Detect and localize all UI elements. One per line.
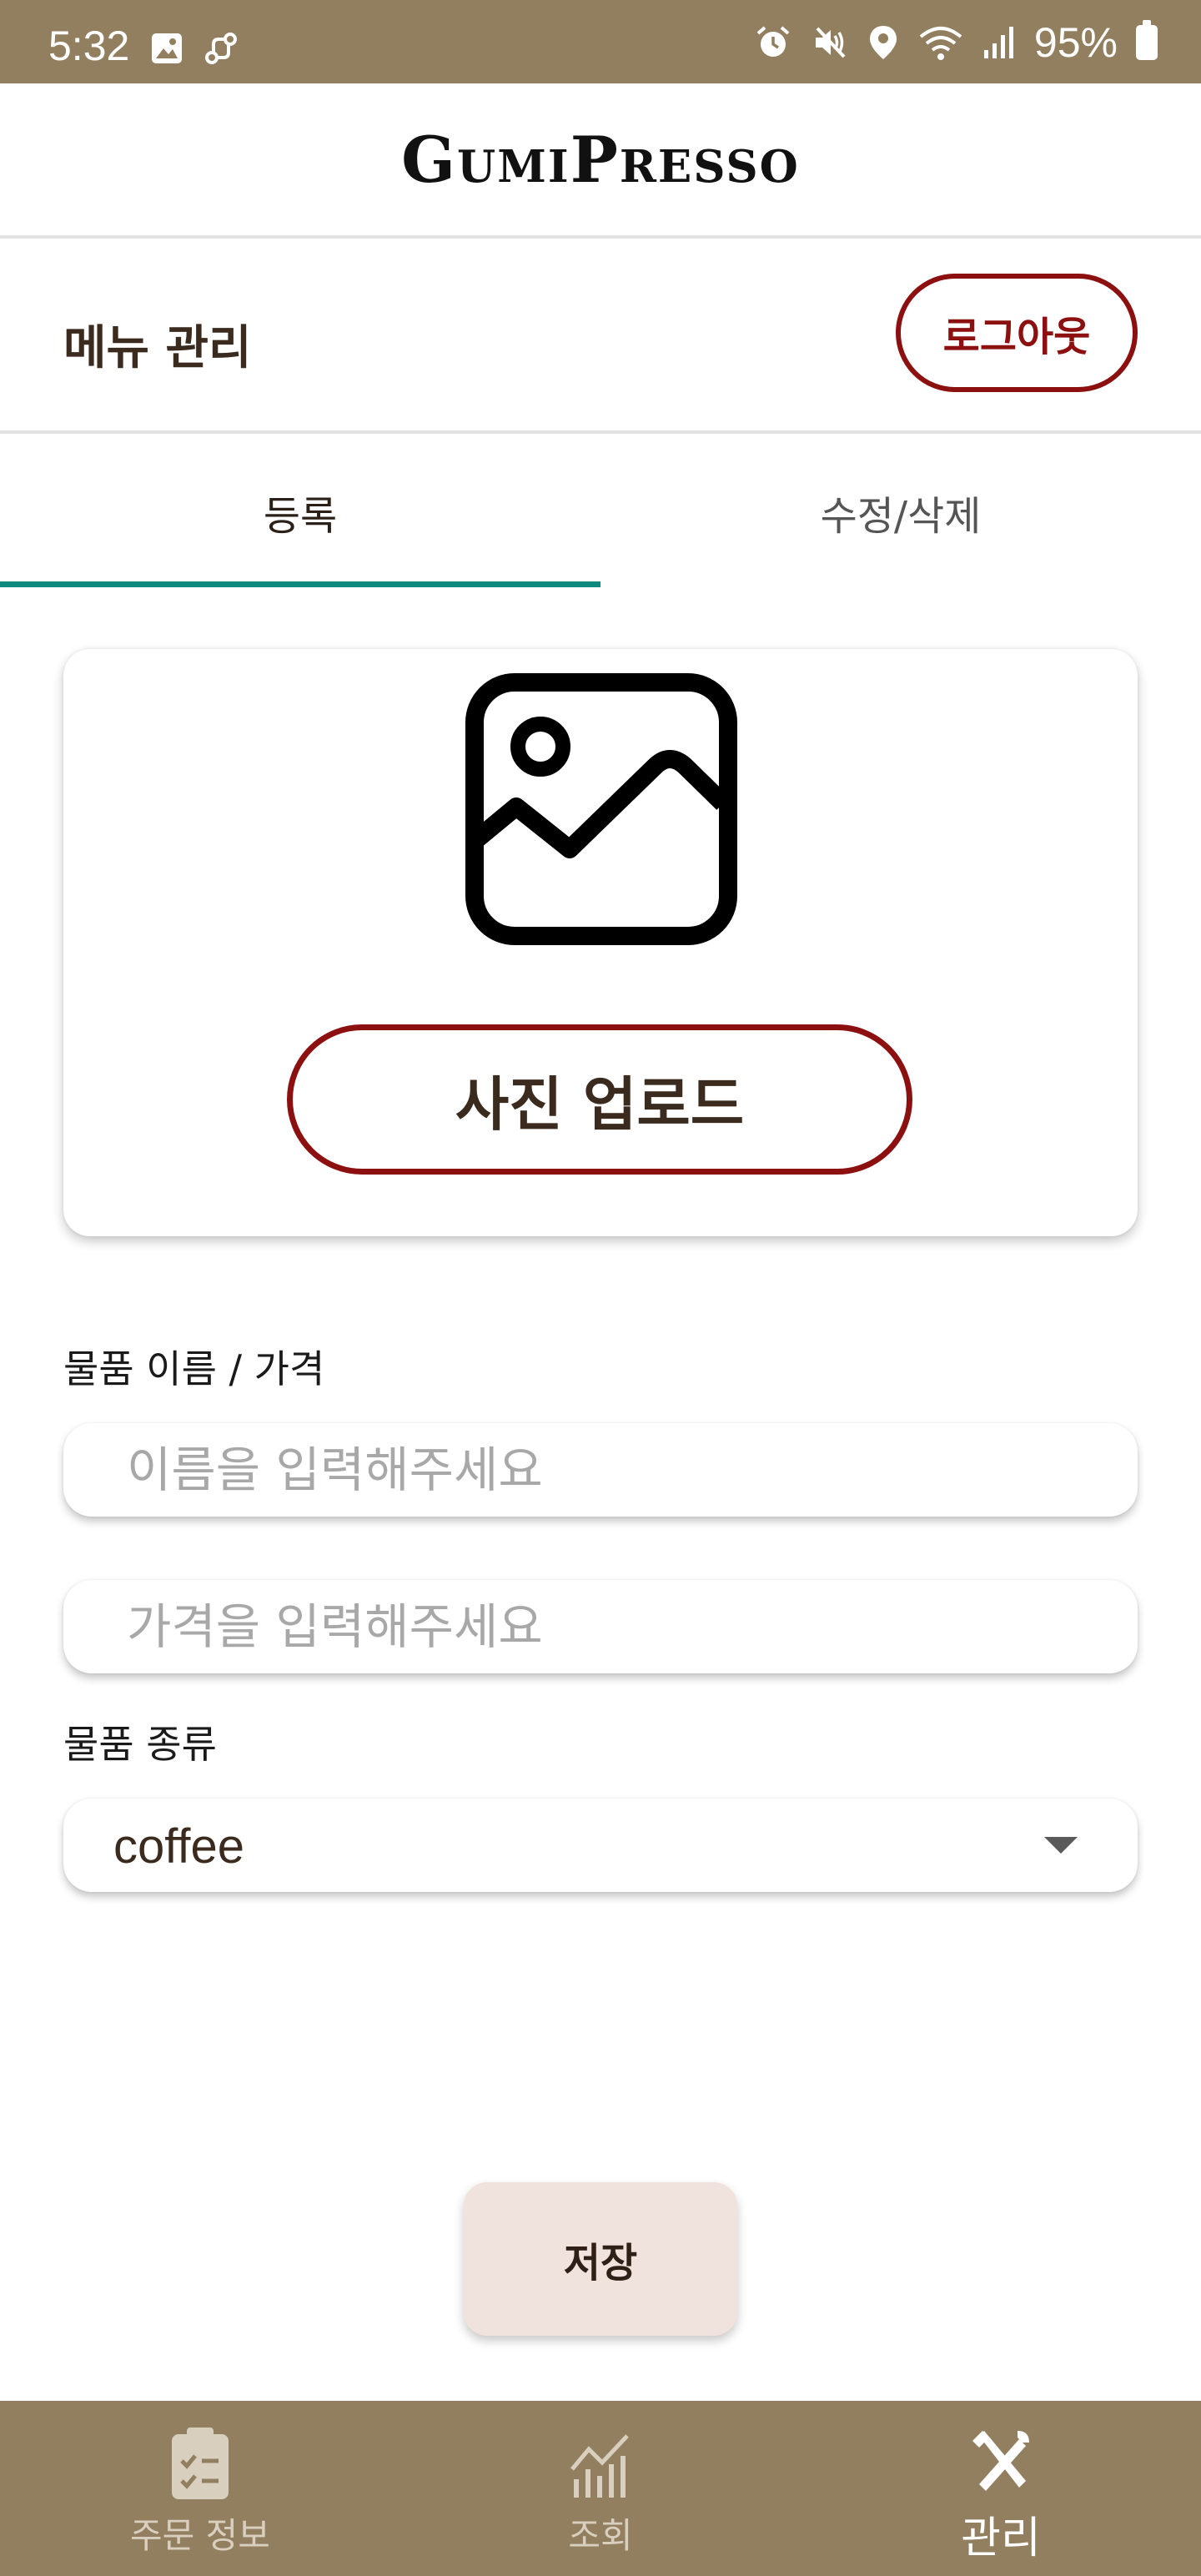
name-price-label: 물품 이름 / 가격 <box>63 1346 325 1391</box>
price-field-container <box>63 1580 1138 1673</box>
signal-icon <box>983 27 1013 58</box>
battery-icon <box>1136 20 1158 60</box>
tools-icon <box>972 2431 1029 2491</box>
price-input[interactable] <box>63 1580 1138 1673</box>
page-header: 메뉴 관리 로그아웃 <box>0 242 1201 434</box>
image-icon <box>152 33 182 63</box>
clipboard-check-icon <box>172 2428 229 2499</box>
app-header: GumiPresso <box>0 83 1201 239</box>
chart-icon <box>570 2434 629 2498</box>
name-field-container <box>63 1423 1138 1517</box>
image-placeholder-icon <box>465 673 737 945</box>
tab-bar: 등록 수정/삭제 <box>0 437 1201 587</box>
link-icon <box>205 33 237 64</box>
tab-edit-delete[interactable]: 수정/삭제 <box>600 437 1201 587</box>
photo-upload-button[interactable]: 사진 업로드 <box>287 1024 912 1175</box>
nav-label-orders: 주문 정보 <box>130 2515 270 2556</box>
dropdown-arrow-icon <box>1044 1837 1078 1854</box>
status-time: 5:32 <box>48 23 130 69</box>
wifi-icon <box>919 27 962 60</box>
location-icon <box>869 26 897 59</box>
logout-button[interactable]: 로그아웃 <box>896 274 1138 392</box>
nav-label-manage: 관리 <box>961 2513 1041 2563</box>
nav-label-lookup: 조회 <box>568 2515 633 2556</box>
status-bar: 5:32 95% <box>0 0 1201 83</box>
name-input[interactable] <box>63 1423 1138 1517</box>
nav-item-lookup[interactable]: 조회 <box>400 2401 801 2576</box>
battery-percent: 95% <box>1033 19 1118 66</box>
tab-register[interactable]: 등록 <box>0 437 600 587</box>
app-title: GumiPresso <box>401 122 800 197</box>
type-select-value: coffee <box>113 1819 244 1874</box>
mute-icon <box>815 27 846 58</box>
nav-item-orders[interactable]: 주문 정보 <box>0 2401 400 2576</box>
page-title: 메뉴 관리 <box>63 321 252 375</box>
type-select[interactable]: coffee <box>63 1799 1138 1892</box>
nav-item-manage[interactable]: 관리 <box>801 2401 1201 2576</box>
image-upload-card: 사진 업로드 <box>63 649 1138 1236</box>
alarm-icon <box>756 26 790 57</box>
save-button[interactable]: 저장 <box>464 2182 737 2336</box>
bottom-nav: 주문 정보 조회 관리 <box>0 2401 1201 2576</box>
type-label: 물품 종류 <box>63 1722 217 1767</box>
